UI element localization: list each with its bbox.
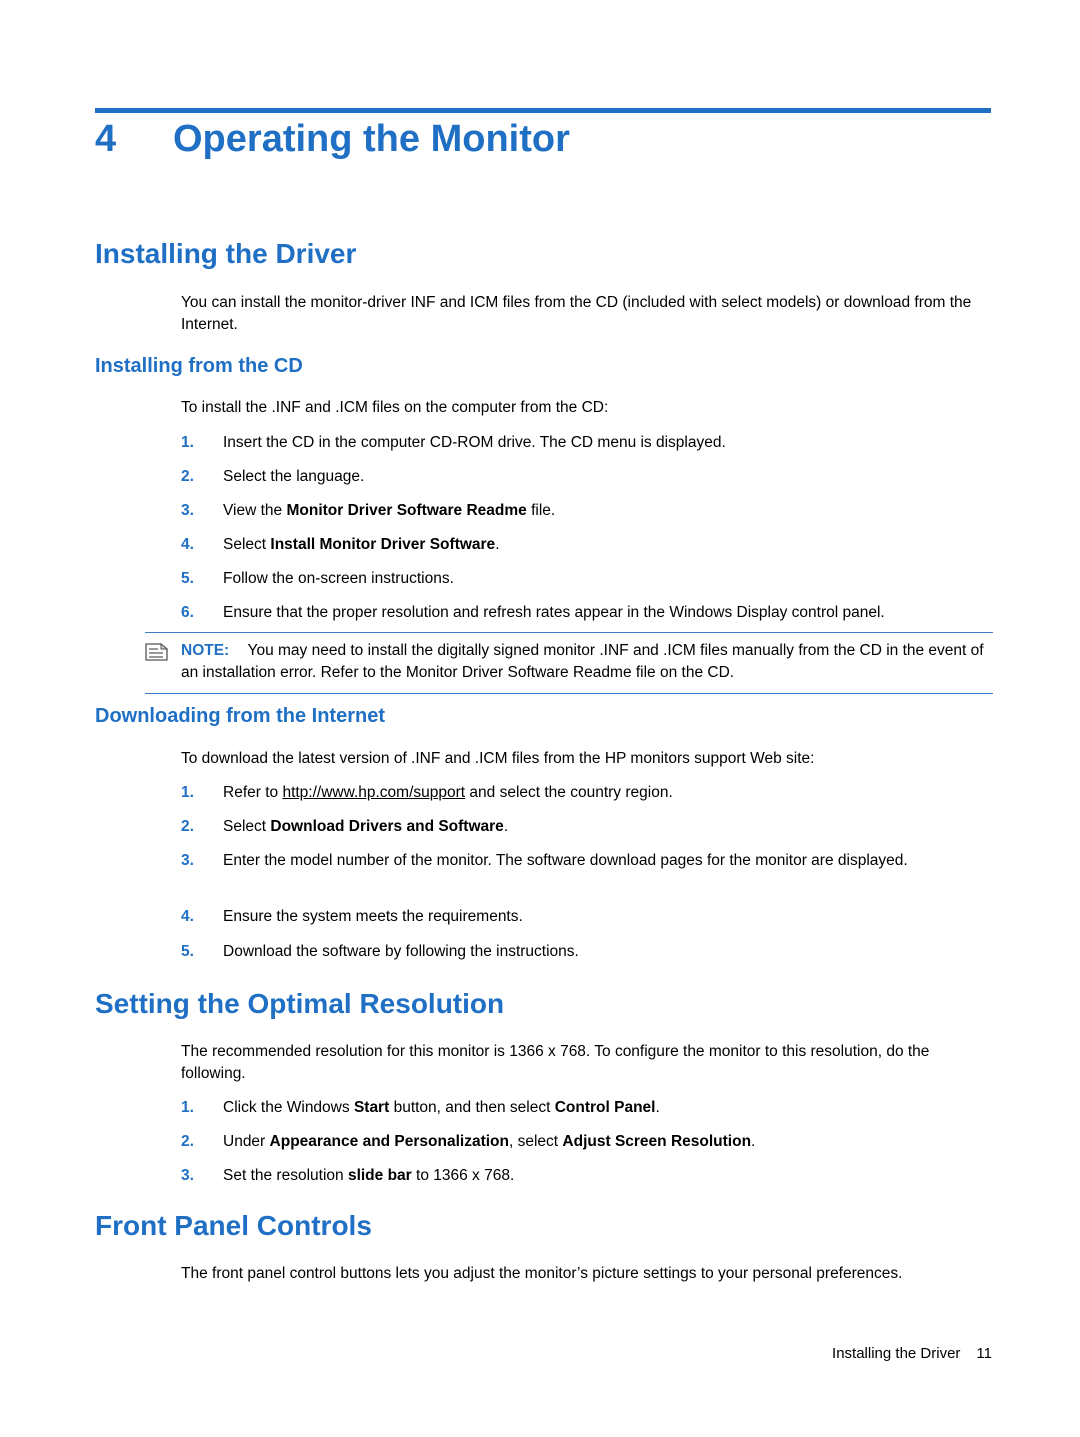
list-item-text: Ensure that the proper resolution and re… (223, 604, 885, 621)
step-text-before: Refer to (223, 784, 283, 801)
note-box: NOTE: You may need to install the digita… (145, 632, 993, 694)
list-marker: 2. (181, 818, 194, 835)
heading-installing-the-driver: Installing the Driver (95, 238, 357, 269)
heading-setting-optimal-resolution: Setting the Optimal Resolution (95, 988, 505, 1019)
chapter-title: 4 Operating the Monitor (95, 118, 995, 161)
list-marker: 3. (181, 1167, 194, 1184)
list-item-text: Refer to http://www.hp.com/support and s… (223, 782, 993, 804)
list-item-text: Select the language. (223, 468, 365, 485)
para-installing-cd-intro: To install the .INF and .ICM files on th… (181, 399, 609, 416)
list-item: 4. Ensure the system meets the requireme… (181, 906, 993, 928)
list-item: 1. Refer to http://www.hp.com/support an… (181, 782, 993, 804)
note-label: NOTE: (181, 642, 230, 659)
list-item: 3. Set the resolution slide bar to 1366 … (181, 1165, 993, 1187)
chapter-rule (95, 108, 991, 113)
list-marker: 3. (181, 502, 194, 519)
para-installing-driver-intro: You can install the monitor-driver INF a… (181, 294, 972, 333)
list-item: 6. Ensure that the proper resolution and… (181, 602, 993, 624)
list-marker: 2. (181, 1133, 194, 1150)
note-body: NOTE: You may need to install the digita… (181, 640, 993, 684)
list-item: 4. Select Install Monitor Driver Softwar… (181, 534, 993, 556)
list-marker: 4. (181, 536, 194, 553)
chapter-title-text: Operating the Monitor (173, 118, 570, 160)
list-item: 1. Insert the CD in the computer CD-ROM … (181, 432, 993, 454)
list-marker: 6. (181, 604, 194, 621)
heading-downloading-from-internet: Downloading from the Internet (95, 705, 385, 727)
list-item-text: Set the resolution slide bar to 1366 x 7… (223, 1167, 515, 1184)
list-item-text: Insert the CD in the computer CD-ROM dri… (223, 434, 726, 451)
list-marker: 4. (181, 908, 194, 925)
step-text-after: and select the country region. (465, 784, 673, 801)
list-marker: 5. (181, 943, 194, 960)
heading-installing-from-cd: Installing from the CD (95, 355, 303, 377)
note-icon (145, 642, 169, 662)
note-text: You may need to install the digitally si… (181, 642, 984, 681)
document-page: 4 Operating the Monitor Installing the Dr… (0, 0, 1080, 1437)
list-marker: 2. (181, 468, 194, 485)
list-marker: 3. (181, 852, 194, 869)
list-item: 1. Click the Windows Start button, and t… (181, 1097, 993, 1119)
page-footer: Installing the Driver 11 (832, 1345, 992, 1362)
list-item-text: Select Install Monitor Driver Software. (223, 536, 500, 553)
para-front-panel-intro: The front panel control buttons lets you… (181, 1265, 903, 1282)
note-rule-bottom (145, 693, 993, 694)
list-item-text: Click the Windows Start button, and then… (223, 1099, 660, 1116)
list-item-text: Enter the model number of the monitor. T… (223, 852, 908, 869)
list-marker: 5. (181, 570, 194, 587)
note-rule-top (145, 632, 993, 633)
footer-text: Installing the Driver (832, 1345, 961, 1362)
list-item: 2. Select Download Drivers and Software. (181, 816, 993, 838)
list-item: 3. View the Monitor Driver Software Read… (181, 500, 993, 522)
list-item: 2. Under Appearance and Personalization,… (181, 1131, 993, 1153)
list-item-text: Under Appearance and Personalization, se… (223, 1133, 756, 1150)
list-item: 2. Select the language. (181, 466, 993, 488)
list-marker: 1. (181, 784, 194, 801)
list-item-text: Select Download Drivers and Software. (223, 818, 509, 835)
list-item-text: Download the software by following the i… (223, 943, 579, 960)
list-item: 5. Follow the on-screen instructions. (181, 568, 993, 590)
list-item: 5. Download the software by following th… (181, 941, 993, 963)
para-optimal-resolution-intro: The recommended resolution for this moni… (181, 1043, 930, 1082)
para-downloading-intro: To download the latest version of .INF a… (181, 750, 815, 767)
chapter-number: 4 (95, 118, 117, 160)
list-marker: 1. (181, 1099, 194, 1116)
list-marker: 1. (181, 434, 194, 451)
list-item-text: View the Monitor Driver Software Readme … (223, 502, 556, 519)
list-item-text: Follow the on-screen instructions. (223, 570, 454, 587)
hp-support-link[interactable]: http://www.hp.com/support (282, 784, 465, 801)
list-item: 3. Enter the model number of the monitor… (181, 850, 993, 872)
footer-page-number: 11 (976, 1345, 992, 1362)
list-item-text: Ensure the system meets the requirements… (223, 908, 523, 925)
heading-front-panel-controls: Front Panel Controls (95, 1210, 372, 1241)
